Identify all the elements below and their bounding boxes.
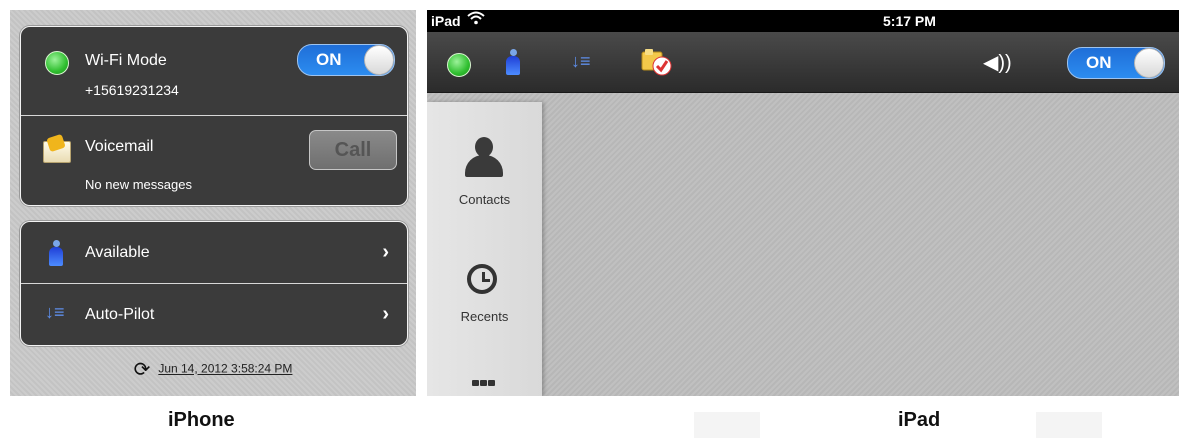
person-icon[interactable] (506, 49, 520, 75)
wifi-mode-row[interactable]: Wi-Fi Mode +15619231234 ON (21, 27, 407, 115)
clock-time: 5:17 PM (883, 13, 936, 29)
phone-number: +15619231234 (85, 82, 179, 98)
status-dot-icon[interactable] (447, 53, 471, 77)
toggle-knob (1134, 48, 1164, 78)
available-label: Available (85, 244, 150, 261)
sidebar-item-label: Contacts (458, 192, 511, 207)
ipad-content-area: Contacts Recents (427, 93, 1179, 396)
chevron-right-icon: › (382, 303, 389, 325)
envelope-icon (43, 133, 71, 163)
top-toolbar: ↓≡ ◀)) ON (427, 32, 1179, 93)
autopilot-icon: ↓≡ (45, 302, 65, 322)
voicemail-row[interactable]: Voicemail No new messages Call (21, 115, 407, 205)
toggle-label: ON (316, 50, 342, 69)
ipad-caption: iPad (898, 409, 941, 431)
toggle-label: ON (1086, 53, 1112, 72)
iphone-caption: iPhone (168, 409, 235, 431)
sidebar-item-keypad[interactable] (427, 330, 542, 396)
voicemail-label: Voicemail (85, 138, 154, 155)
device-label: iPad (431, 13, 461, 29)
sidebar: Contacts Recents (427, 102, 542, 396)
person-icon (49, 240, 63, 266)
checklist-icon[interactable] (640, 48, 672, 76)
status-bar: iPad 5:17 PM (427, 10, 1179, 32)
iphone-screen: Wi-Fi Mode +15619231234 ON Voicemail No … (10, 10, 416, 396)
autopilot-label: Auto-Pilot (85, 306, 155, 323)
wifi-mode-label: Wi-Fi Mode (85, 52, 167, 69)
clock-icon (467, 264, 497, 294)
autopilot-row[interactable]: ↓≡ Auto-Pilot › (21, 283, 407, 345)
autopilot-icon[interactable]: ↓≡ (571, 51, 591, 72)
refresh-icon[interactable]: ⟳ (134, 357, 151, 382)
keypad-icon (470, 375, 497, 396)
call-button[interactable]: Call (309, 130, 397, 170)
available-row[interactable]: Available › (21, 222, 407, 283)
wifi-voicemail-group: Wi-Fi Mode +15619231234 ON Voicemail No … (20, 26, 408, 206)
voicemail-status: No new messages (85, 177, 192, 192)
placeholder-box (694, 412, 760, 438)
speaker-icon[interactable]: ◀)) (983, 50, 1012, 75)
wifi-icon (467, 11, 485, 28)
master-toggle[interactable]: ON (1067, 47, 1165, 79)
sidebar-item-contacts[interactable]: Contacts (427, 102, 542, 214)
presence-group: Available › ↓≡ Auto-Pilot › (20, 221, 408, 346)
sync-timestamp[interactable]: Jun 14, 2012 3:58:24 PM (158, 362, 292, 376)
wifi-status-icon (45, 51, 69, 75)
sidebar-item-label: Recents (460, 309, 509, 324)
wifi-mode-toggle[interactable]: ON (297, 44, 395, 76)
ipad-screen: iPad 5:17 PM ↓≡ ◀)) ON Contacts Recents (427, 10, 1179, 396)
placeholder-box (1036, 412, 1102, 438)
toggle-knob (364, 45, 394, 75)
sidebar-item-recents[interactable]: Recents (427, 214, 542, 330)
last-sync: ⟳ Jun 14, 2012 3:58:24 PM (10, 357, 416, 382)
chevron-right-icon: › (382, 241, 389, 263)
contacts-icon (465, 137, 503, 177)
